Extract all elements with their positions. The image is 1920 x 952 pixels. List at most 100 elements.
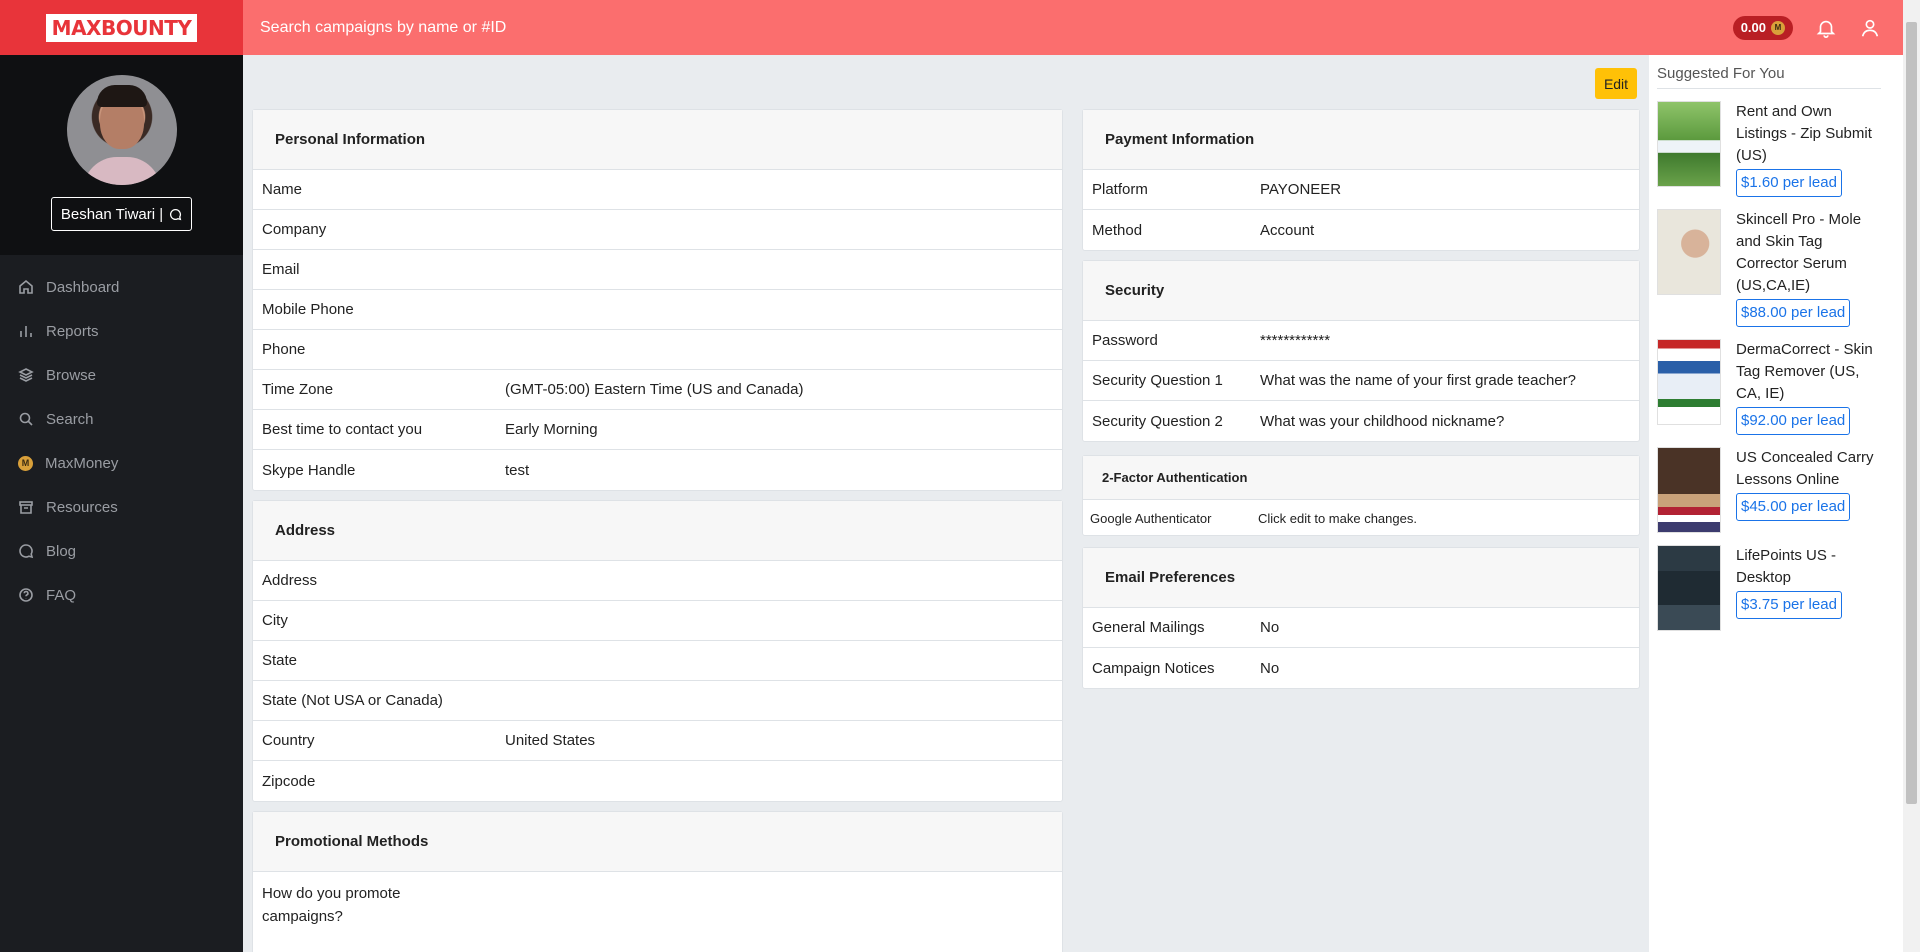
table-row: Best time to contact you Early Morning (253, 410, 1062, 450)
chat-icon (19, 544, 34, 559)
field-value: ************ (1260, 332, 1331, 349)
scrollbar-thumb[interactable] (1906, 22, 1917, 804)
search-input[interactable]: Search campaigns by name or #ID (260, 19, 1733, 37)
offer-price-button[interactable]: $3.75 per lead (1736, 591, 1842, 619)
table-row: Company (253, 210, 1062, 250)
field-label: Security Question 2 (1092, 412, 1223, 430)
card-title: Security (1083, 261, 1639, 321)
sidebar-item-search[interactable]: Search (0, 397, 243, 441)
card-title: Email Preferences (1083, 548, 1639, 608)
field-label: City (262, 612, 288, 629)
field-value: (GMT-05:00) Eastern Time (US and Canada) (505, 381, 804, 398)
notifications-button[interactable] (1815, 17, 1837, 39)
edit-button[interactable]: Edit (1595, 68, 1637, 99)
maxbounty-logo[interactable]: MAXBOUNTY (45, 13, 198, 42)
top-bar: Search campaigns by name or #ID 0.00 M (243, 0, 1903, 55)
balance-amount: 0.00 (1740, 20, 1766, 35)
offer-price-button[interactable]: $45.00 per lead (1736, 493, 1851, 521)
field-label: Name (262, 181, 303, 198)
field-label: Method (1092, 221, 1143, 239)
layers-icon (18, 368, 34, 382)
offer-name[interactable]: Skincell Pro - Mole and Skin Tag Correct… (1736, 209, 1886, 297)
sidebar-item-dashboard[interactable]: Dashboard (0, 265, 243, 309)
offer-price-button[interactable]: $1.60 per lead (1736, 169, 1842, 197)
search-icon (19, 412, 33, 426)
field-label: Country (262, 732, 315, 749)
offer-thumbnail[interactable] (1657, 209, 1721, 295)
table-row: Campaign Notices No (1083, 648, 1639, 688)
sidebar-item-label: Browse (46, 366, 97, 384)
sidebar-item-browse[interactable]: Browse (0, 353, 243, 397)
field-value: Click edit to make changes. (1258, 510, 1417, 526)
offer-thumbnail[interactable] (1657, 545, 1721, 631)
table-row: Google Authenticator Click edit to make c… (1083, 500, 1639, 536)
field-value: No (1260, 659, 1280, 677)
user-name-button[interactable]: Beshan Tiwari | (50, 197, 193, 231)
field-label: Campaign Notices (1092, 659, 1215, 677)
table-row: Security Question 1 What was the name of … (1083, 361, 1639, 401)
avatar (66, 75, 177, 185)
suggested-title: Suggested For You (1657, 65, 1881, 89)
sidebar-item-reports[interactable]: Reports (0, 309, 243, 353)
two-factor-card: 2-Factor Authentication Google Authentic… (1082, 455, 1640, 536)
main-content: Edit Personal Information Name Company E… (243, 55, 1649, 952)
account-button[interactable] (1859, 17, 1881, 39)
field-label: State (Not USA or Canada) (262, 692, 443, 709)
field-value: What was the name of your first grade te… (1260, 372, 1576, 389)
sidebar-item-faq[interactable]: FAQ (0, 573, 243, 617)
home-icon (19, 279, 33, 294)
table-row: City (253, 601, 1062, 641)
offer-name[interactable]: DermaCorrect - Skin Tag Remover (US, CA,… (1736, 339, 1886, 405)
table-row: Zipcode (253, 761, 1062, 801)
field-label: Phone (262, 341, 306, 358)
offer-price-button[interactable]: $92.00 per lead (1736, 407, 1851, 435)
sidebar-item-maxmoney[interactable]: M MaxMoney (0, 441, 243, 485)
table-row: Platform PAYONEER (1083, 170, 1639, 210)
personal-info-card: Personal Information Name Company Email … (252, 109, 1063, 491)
chat-icon (170, 208, 182, 220)
offer-item[interactable]: US Concealed Carry Lessons Online $45.00… (1657, 447, 1899, 533)
sidebar-item-resources[interactable]: Resources (0, 485, 243, 529)
offer-thumbnail[interactable] (1657, 101, 1721, 187)
sidebar-item-label: Resources (46, 498, 118, 516)
field-label: Password (1092, 332, 1158, 349)
offer-name[interactable]: US Concealed Carry Lessons Online (1736, 447, 1886, 491)
profile-block: Beshan Tiwari | (0, 55, 243, 255)
table-row: Method Account (1083, 210, 1639, 250)
table-row: Password ************ (1083, 321, 1639, 361)
offer-thumbnail[interactable] (1657, 339, 1721, 425)
page-scrollbar[interactable] (1903, 0, 1920, 952)
logo-bar: MAXBOUNTY (0, 0, 243, 55)
field-value: Account (1260, 221, 1315, 239)
field-value: test (505, 461, 530, 479)
suggested-panel: Suggested For You Rent and Own Listings … (1649, 55, 1903, 952)
offer-name[interactable]: Rent and Own Listings - Zip Submit (US) (1736, 101, 1886, 167)
offer-item[interactable]: DermaCorrect - Skin Tag Remover (US, CA,… (1657, 339, 1899, 435)
sidebar-item-blog[interactable]: Blog (0, 529, 243, 573)
field-label: Company (262, 221, 327, 238)
table-row: Security Question 2 What was your childho… (1083, 401, 1639, 441)
field-value: PAYONEER (1260, 181, 1342, 198)
sidebar-item-label: FAQ (46, 586, 77, 604)
field-label: Platform (1092, 181, 1148, 198)
offer-price-button[interactable]: $88.00 per lead (1736, 299, 1851, 327)
promotional-methods-card: Promotional Methods How do you promote c… (252, 811, 1063, 952)
bell-icon (1816, 20, 1836, 38)
user-icon (1861, 19, 1879, 36)
payment-info-card: Payment Information Platform PAYONEER Met… (1082, 109, 1640, 251)
field-label: Zipcode (262, 772, 316, 790)
field-label: Mobile Phone (262, 301, 354, 318)
offer-item[interactable]: Skincell Pro - Mole and Skin Tag Correct… (1657, 209, 1899, 327)
offer-thumbnail[interactable] (1657, 447, 1721, 533)
field-label: Best time to contact you (262, 421, 423, 438)
sidebar-item-label: Blog (46, 542, 77, 560)
offer-name[interactable]: LifePoints US - Desktop (1736, 545, 1886, 589)
table-row: Phone (253, 330, 1062, 370)
field-value: Early Morning (505, 421, 598, 438)
card-title: Payment Information (1083, 110, 1639, 170)
balance-badge[interactable]: 0.00 M (1732, 15, 1793, 40)
offer-item[interactable]: Rent and Own Listings - Zip Submit (US) … (1657, 101, 1899, 197)
offer-item[interactable]: LifePoints US - Desktop $3.75 per lead (1657, 545, 1899, 631)
table-row: Country United States (253, 721, 1062, 761)
table-row: Address (253, 561, 1062, 601)
